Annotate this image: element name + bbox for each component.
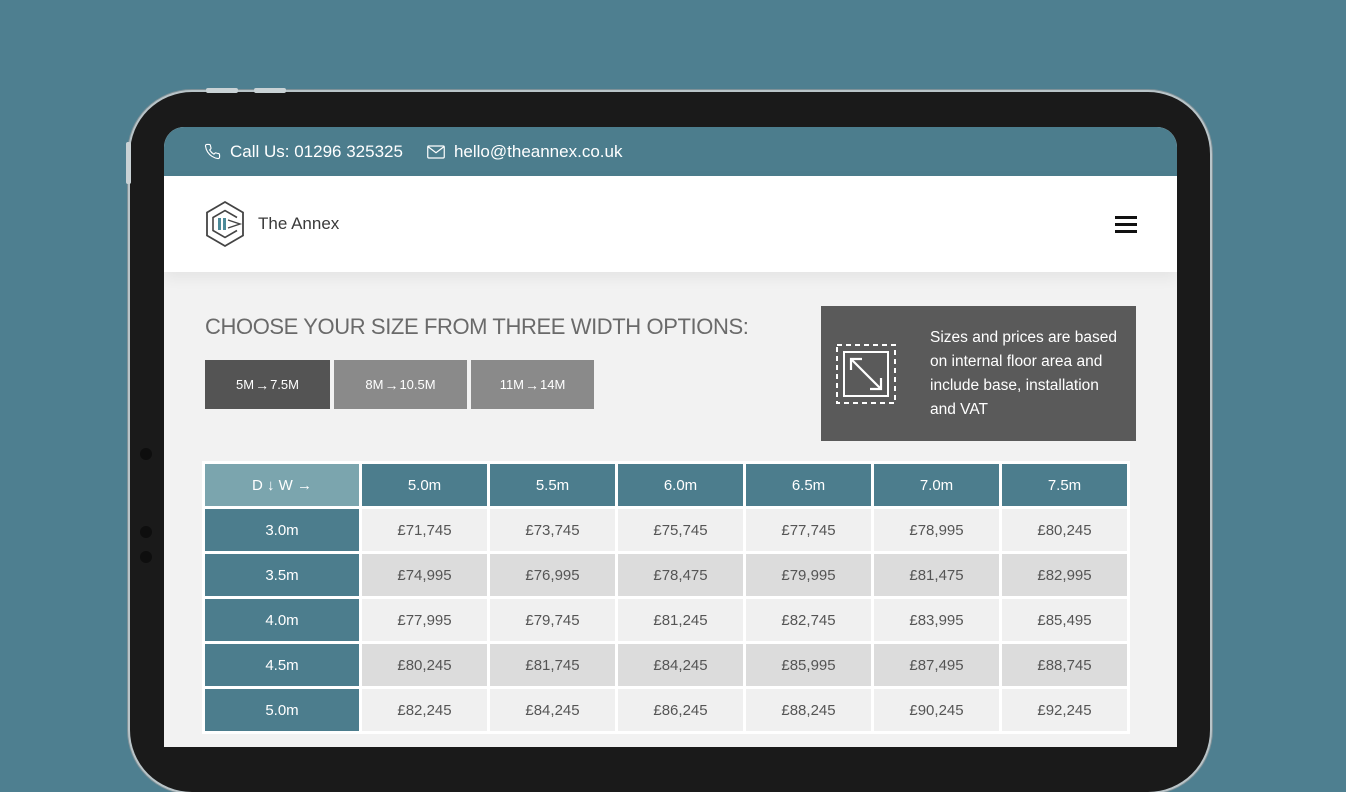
depth-label: D [251, 476, 263, 494]
price-cell: £81,745 [490, 644, 615, 686]
tab-from-label: 11M [499, 377, 525, 392]
price-cell: £90,245 [874, 689, 999, 731]
tab-to-label: 14M [540, 377, 566, 392]
envelope-icon [427, 144, 445, 159]
price-cell: £79,745 [490, 599, 615, 641]
brand-logo-link[interactable]: The Annex [204, 200, 339, 248]
price-cell: £82,245 [362, 689, 487, 731]
email-label: hello@theannex.co.uk [453, 141, 623, 161]
price-cell: £92,245 [1002, 689, 1127, 731]
table-row: 4.5m £80,245 £81,745 £84,245 £85,995 £87… [205, 644, 1127, 686]
resize-arrows-icon [836, 344, 896, 404]
table-row: 4.0m £77,995 £79,745 £81,245 £82,745 £83… [205, 599, 1127, 641]
price-table: D ↓ W → 5.0m 5.5m 6.0m 6.5m 7.0m 7.5m 3.… [202, 461, 1130, 734]
width-label: W [278, 476, 293, 494]
tab-width-5m-7-5m[interactable]: 5M → 7.5M [205, 360, 330, 409]
arrow-right-icon: → [297, 476, 313, 494]
tablet-volume-button [206, 88, 238, 93]
table-row: 5.0m £82,245 £84,245 £86,245 £88,245 £90… [205, 689, 1127, 731]
price-cell: £81,475 [874, 554, 999, 596]
arrow-right-icon: → [255, 376, 270, 393]
tab-to-label: 10.5M [399, 377, 436, 392]
price-cell: £88,245 [746, 689, 871, 731]
brand-name: The Annex [258, 214, 340, 233]
price-cell: £74,995 [362, 554, 487, 596]
tab-width-8m-10-5m[interactable]: 8M → 10.5M [334, 360, 467, 409]
price-cell: £77,745 [746, 509, 871, 551]
tablet-screen: Call Us: 01296 325325 hello@theannex.co.… [164, 127, 1177, 747]
info-box: Sizes and prices are based on internal f… [821, 306, 1136, 441]
row-header: 4.5m [205, 644, 359, 686]
price-cell: £86,245 [618, 689, 743, 731]
price-cell: £71,745 [362, 509, 487, 551]
hexagon-logo-icon [206, 200, 244, 248]
price-cell: £84,245 [618, 644, 743, 686]
arrow-right-icon: → [525, 376, 540, 393]
row-header: 3.0m [205, 509, 359, 551]
price-cell: £76,995 [490, 554, 615, 596]
price-cell: £73,745 [490, 509, 615, 551]
size-pricing-section: CHOOSE YOUR SIZE FROM THREE WIDTH OPTION… [164, 272, 1177, 747]
tab-from-label: 8M [365, 377, 384, 392]
row-header: 4.0m [205, 599, 359, 641]
tablet-side-button [126, 142, 131, 184]
table-row: 3.0m £71,745 £73,745 £75,745 £77,745 £78… [205, 509, 1127, 551]
contact-bar: Call Us: 01296 325325 hello@theannex.co.… [164, 127, 1177, 176]
price-cell: £87,495 [874, 644, 999, 686]
row-header: 5.0m [205, 689, 359, 731]
column-header: 6.0m [618, 464, 743, 506]
table-corner-header: D ↓ W → [205, 464, 359, 506]
tab-to-label: 7.5M [270, 377, 299, 392]
tab-from-label: 5M [236, 377, 255, 392]
phone-link[interactable]: Call Us: 01296 325325 [204, 142, 403, 162]
price-cell: £83,995 [874, 599, 999, 641]
price-cell: £77,995 [362, 599, 487, 641]
price-cell: £78,995 [874, 509, 999, 551]
price-cell: £78,475 [618, 554, 743, 596]
column-header: 7.0m [874, 464, 999, 506]
price-cell: £80,245 [1002, 509, 1127, 551]
arrow-down-icon: ↓ [267, 476, 275, 494]
column-header: 5.5m [490, 464, 615, 506]
price-cell: £84,245 [490, 689, 615, 731]
table-row: 3.5m £74,995 £76,995 £78,475 £79,995 £81… [205, 554, 1127, 596]
tablet-sensor-dot [140, 551, 152, 563]
price-cell: £88,745 [1002, 644, 1127, 686]
column-header: 6.5m [746, 464, 871, 506]
phone-label: Call Us: 01296 325325 [230, 141, 403, 161]
column-header: 5.0m [362, 464, 487, 506]
column-header: 7.5m [1002, 464, 1127, 506]
price-cell: £80,245 [362, 644, 487, 686]
tab-width-11m-14m[interactable]: 11M → 14M [471, 360, 594, 409]
price-cell: £81,245 [618, 599, 743, 641]
info-text: Sizes and prices are based on internal f… [930, 329, 1117, 418]
section-title: CHOOSE YOUR SIZE FROM THREE WIDTH OPTION… [205, 314, 749, 339]
tablet-camera-dot [140, 526, 152, 538]
email-link[interactable]: hello@theannex.co.uk [427, 142, 622, 162]
phone-icon [204, 143, 221, 160]
price-cell: £75,745 [618, 509, 743, 551]
row-header: 3.5m [205, 554, 359, 596]
price-cell: £79,995 [746, 554, 871, 596]
price-cell: £85,495 [1002, 599, 1127, 641]
table-header-row: D ↓ W → 5.0m 5.5m 6.0m 6.5m 7.0m 7.5m [205, 464, 1127, 506]
tablet-sensor-dot [140, 448, 152, 460]
hamburger-menu-icon[interactable] [1115, 215, 1137, 233]
price-cell: £82,745 [746, 599, 871, 641]
arrow-right-icon: → [384, 376, 399, 393]
site-navbar: The Annex [164, 176, 1177, 272]
price-cell: £82,995 [1002, 554, 1127, 596]
price-cell: £85,995 [746, 644, 871, 686]
width-option-tabs: 5M → 7.5M 8M → 10.5M 11M → 14M [205, 360, 598, 409]
tablet-power-button [254, 88, 286, 93]
